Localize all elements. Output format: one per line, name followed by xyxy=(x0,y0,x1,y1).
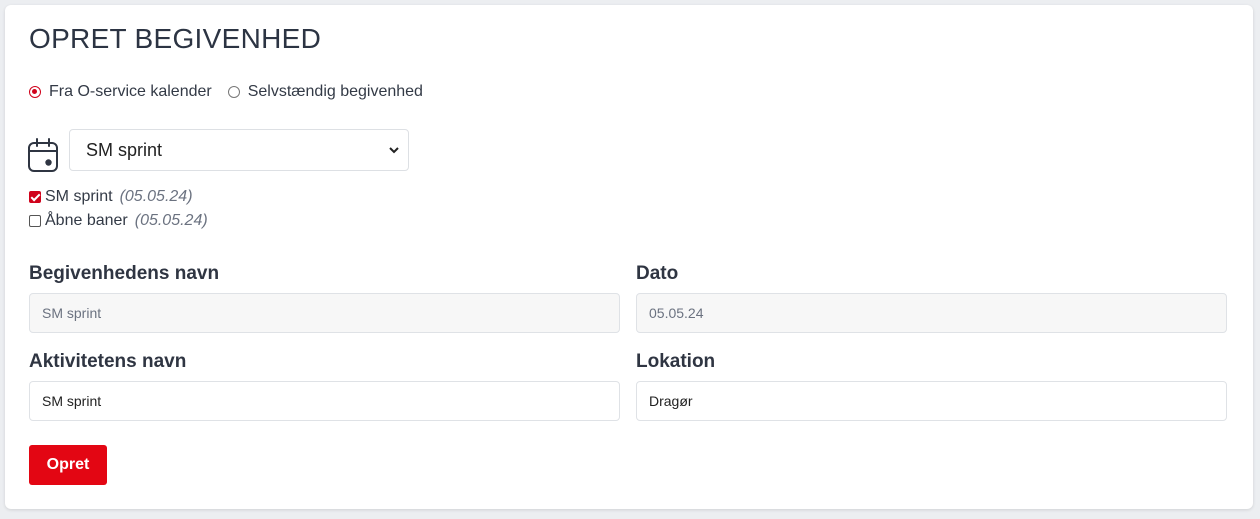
activity-item[interactable]: Åbne baner (05.05.24) xyxy=(29,209,208,233)
date-label: Dato xyxy=(636,263,679,284)
date-value: 05.05.24 xyxy=(649,305,704,321)
source-radio-group: Fra O-service kalender Selvstændig begiv… xyxy=(29,83,439,101)
radio-o-service-calendar[interactable]: Fra O-service kalender xyxy=(29,83,212,101)
chevron-down-icon xyxy=(389,147,399,154)
activity-checklist: SM sprint (05.05.24) Åbne baner (05.05.2… xyxy=(29,185,208,233)
date-field[interactable]: 05.05.24 xyxy=(636,293,1227,333)
location-input[interactable]: Dragør xyxy=(636,381,1227,421)
activity-name-input-value: SM sprint xyxy=(42,393,102,409)
location-label: Lokation xyxy=(636,351,716,372)
checkbox-checked[interactable] xyxy=(29,191,41,203)
event-name-value: SM sprint xyxy=(42,305,102,321)
activity-name: SM sprint xyxy=(45,188,113,205)
create-button[interactable]: Opret xyxy=(29,445,107,485)
event-name-field[interactable]: SM sprint xyxy=(29,293,620,333)
radio-standalone-event[interactable]: Selvstændig begivenhed xyxy=(227,83,423,101)
radio-label: Selvstændig begivenhed xyxy=(247,83,423,100)
event-select[interactable]: SM sprint xyxy=(69,129,409,171)
activity-name-label: Aktivitetens navn xyxy=(29,351,187,372)
location-value: Dragør xyxy=(649,393,693,409)
activity-name: Åbne baner xyxy=(45,212,128,229)
checkbox[interactable] xyxy=(29,215,41,227)
event-name-label: Begivenhedens navn xyxy=(29,263,220,284)
radio-dot-selected[interactable] xyxy=(29,86,41,98)
page-title: OPRET BEGIVENHED xyxy=(29,23,322,54)
activity-item[interactable]: SM sprint (05.05.24) xyxy=(29,185,208,209)
radio-label: Fra O-service kalender xyxy=(49,83,212,100)
event-select-value: SM sprint xyxy=(86,139,163,160)
activity-date: (05.05.24) xyxy=(119,188,193,205)
calendar-icon xyxy=(28,138,58,172)
activity-date: (05.05.24) xyxy=(134,212,208,229)
activity-name-input[interactable]: SM sprint xyxy=(29,381,620,421)
create-event-card: OPRET BEGIVENHED Fra O-service kalender … xyxy=(5,5,1253,509)
radio-dot[interactable] xyxy=(227,86,240,98)
